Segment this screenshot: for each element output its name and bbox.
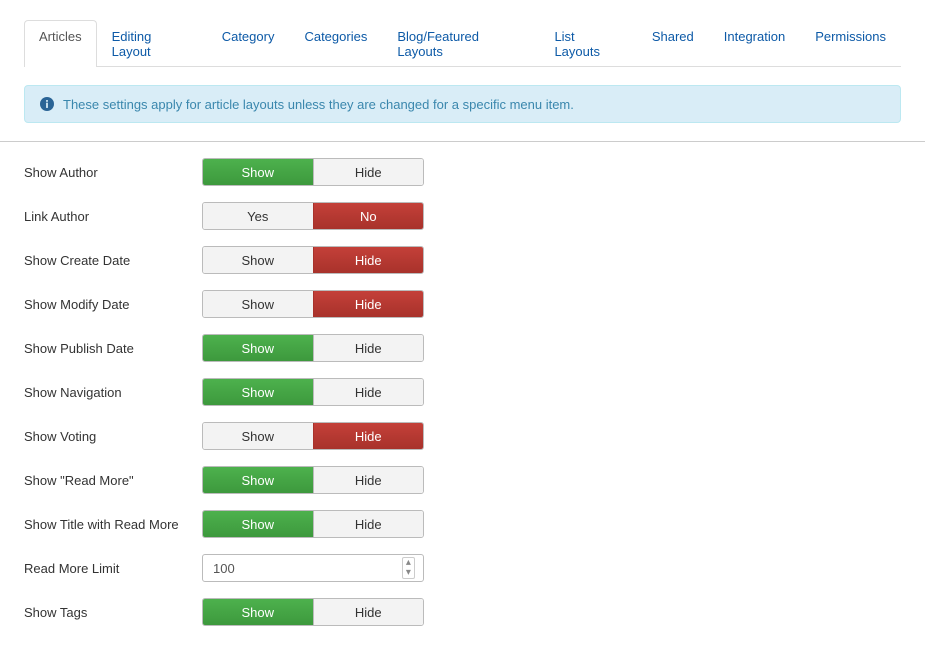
- divider: [0, 141, 925, 142]
- toggle-option[interactable]: Hide: [313, 335, 424, 361]
- toggle-group: ShowHide: [202, 510, 424, 538]
- field-row: Show Modify DateShowHide: [24, 290, 901, 318]
- toggle-option[interactable]: Hide: [313, 599, 424, 625]
- field-row: Show VotingShowHide: [24, 422, 901, 450]
- toggle-option[interactable]: Show: [203, 379, 313, 405]
- tab-categories[interactable]: Categories: [289, 20, 382, 67]
- number-field[interactable]: [211, 560, 402, 577]
- tab-list-layouts[interactable]: List Layouts: [539, 20, 636, 67]
- field-row: Show "Read More"ShowHide: [24, 466, 901, 494]
- toggle-option[interactable]: Hide: [313, 467, 424, 493]
- field-label: Show "Read More": [24, 473, 202, 488]
- toggle-group: ShowHide: [202, 378, 424, 406]
- tab-shared[interactable]: Shared: [637, 20, 709, 67]
- toggle-option[interactable]: Hide: [313, 159, 424, 185]
- field-row: Show Publish DateShowHide: [24, 334, 901, 362]
- info-alert-text: These settings apply for article layouts…: [63, 97, 574, 112]
- field-row: Show Title with Read MoreShowHide: [24, 510, 901, 538]
- field-row: Show NavigationShowHide: [24, 378, 901, 406]
- toggle-option[interactable]: Yes: [203, 203, 313, 229]
- field-row: Show AuthorShowHide: [24, 158, 901, 186]
- toggle-group: ShowHide: [202, 290, 424, 318]
- field-label: Show Tags: [24, 605, 202, 620]
- toggle-group: ShowHide: [202, 598, 424, 626]
- tab-permissions[interactable]: Permissions: [800, 20, 901, 67]
- toggle-option[interactable]: Show: [203, 159, 313, 185]
- toggle-option[interactable]: Show: [203, 599, 313, 625]
- toggle-option[interactable]: No: [313, 203, 424, 229]
- toggle-group: ShowHide: [202, 422, 424, 450]
- field-label: Show Create Date: [24, 253, 202, 268]
- toggle-option[interactable]: Show: [203, 247, 313, 273]
- toggle-option[interactable]: Show: [203, 511, 313, 537]
- field-label: Show Navigation: [24, 385, 202, 400]
- info-icon: [39, 96, 55, 112]
- field-row: Show TagsShowHide: [24, 598, 901, 626]
- toggle-option[interactable]: Show: [203, 423, 313, 449]
- toggle-option[interactable]: Show: [203, 467, 313, 493]
- toggle-group: ShowHide: [202, 334, 424, 362]
- field-row: Link AuthorYesNo: [24, 202, 901, 230]
- info-alert: These settings apply for article layouts…: [24, 85, 901, 123]
- tab-articles[interactable]: Articles: [24, 20, 97, 67]
- field-row: Read More Limit ▴▾: [24, 554, 901, 582]
- toggle-group: ShowHide: [202, 158, 424, 186]
- field-label: Show Publish Date: [24, 341, 202, 356]
- field-label: Read More Limit: [24, 561, 202, 576]
- field-label: Link Author: [24, 209, 202, 224]
- field-label: Show Modify Date: [24, 297, 202, 312]
- toggle-group: ShowHide: [202, 466, 424, 494]
- tab-blog-featured-layouts[interactable]: Blog/Featured Layouts: [382, 20, 539, 67]
- toggle-option[interactable]: Show: [203, 291, 313, 317]
- toggle-option[interactable]: Hide: [313, 247, 424, 273]
- toggle-option[interactable]: Hide: [313, 291, 424, 317]
- toggle-option[interactable]: Hide: [313, 379, 424, 405]
- toggle-group: ShowHide: [202, 246, 424, 274]
- field-label: Show Author: [24, 165, 202, 180]
- tab-category[interactable]: Category: [207, 20, 290, 67]
- field-row: Show Create DateShowHide: [24, 246, 901, 274]
- toggle-option[interactable]: Hide: [313, 423, 424, 449]
- number-input[interactable]: ▴▾: [202, 554, 424, 582]
- toggle-option[interactable]: Hide: [313, 511, 424, 537]
- field-label: Show Voting: [24, 429, 202, 444]
- toggle-group: YesNo: [202, 202, 424, 230]
- stepper-icon[interactable]: ▴▾: [402, 557, 415, 579]
- field-label: Show Title with Read More: [24, 517, 202, 532]
- tab-editing-layout[interactable]: Editing Layout: [97, 20, 207, 67]
- toggle-option[interactable]: Show: [203, 335, 313, 361]
- tabs-bar: ArticlesEditing LayoutCategoryCategories…: [24, 20, 901, 67]
- tab-integration[interactable]: Integration: [709, 20, 800, 67]
